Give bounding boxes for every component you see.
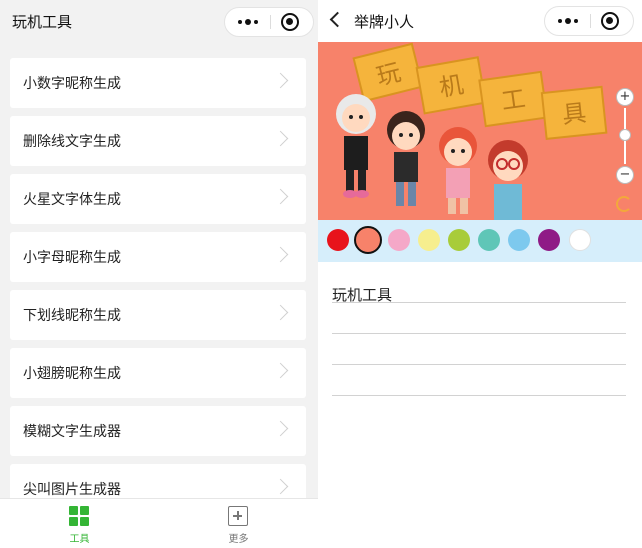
chevron-right-icon <box>272 304 289 321</box>
zoom-slider-handle[interactable] <box>619 129 631 141</box>
plus-square-icon <box>228 506 248 526</box>
color-swatch-white[interactable] <box>569 229 591 251</box>
grid-icon <box>69 506 89 526</box>
tab-tools[interactable]: 工具 <box>0 499 159 548</box>
list-item-label: 火星文字体生成 <box>23 192 121 208</box>
list-item-label: 删除线文字生成 <box>23 134 121 150</box>
sign-char: 机 <box>437 70 465 102</box>
input-line <box>332 364 626 365</box>
list-item[interactable]: 火星文字体生成 <box>10 174 306 224</box>
sign-text-input[interactable]: 玩机工具 <box>332 270 626 400</box>
list-item-label: 尖叫图片生成器 <box>23 482 121 498</box>
chevron-right-icon <box>272 72 289 89</box>
list-item[interactable]: 小数字昵称生成 <box>10 58 306 108</box>
list-item-label: 小字母昵称生成 <box>23 250 121 266</box>
tools-list-screen: 玩机工具 小数字昵称生成 删除线文字生成 火星文字体生成 小字母昵称生成 下划线… <box>0 0 318 548</box>
zoom-in-button[interactable]: + <box>616 88 634 106</box>
zoom-control: + − <box>616 88 634 184</box>
color-swatch-coral[interactable] <box>354 226 382 254</box>
chevron-right-icon <box>272 362 289 379</box>
more-icon[interactable] <box>545 7 590 35</box>
list-item-label: 模糊文字生成器 <box>23 424 121 440</box>
zoom-out-button[interactable]: − <box>616 166 634 184</box>
sign-char: 具 <box>561 99 588 129</box>
close-target-icon[interactable] <box>601 12 619 30</box>
color-swatch-red[interactable] <box>327 229 349 251</box>
chevron-right-icon <box>272 130 289 147</box>
input-line <box>332 302 626 303</box>
miniprogram-capsule <box>224 7 314 37</box>
chevron-right-icon <box>272 478 289 495</box>
color-swatch-green[interactable] <box>448 229 470 251</box>
list-item-label: 下划线昵称生成 <box>23 308 121 324</box>
list-item[interactable]: 小翅膀昵称生成 <box>10 348 306 398</box>
list-item[interactable]: 模糊文字生成器 <box>10 406 306 456</box>
nav-bar: 玩机工具 <box>0 0 318 44</box>
input-line <box>332 333 626 334</box>
capsule-divider <box>270 15 271 29</box>
color-swatch-pink[interactable] <box>388 229 410 251</box>
color-swatch-sky[interactable] <box>508 229 530 251</box>
list-item[interactable]: 小字母昵称生成 <box>10 232 306 282</box>
capsule-divider <box>590 14 591 28</box>
input-line <box>332 395 626 396</box>
sign-person-screen: 举牌小人 玩 机 工 具 + − 玩机工具 <box>318 0 642 548</box>
chevron-right-icon <box>272 188 289 205</box>
color-swatch-purple[interactable] <box>538 229 560 251</box>
list-item-label: 小翅膀昵称生成 <box>23 366 121 382</box>
sign-char: 工 <box>500 84 528 115</box>
list-item[interactable]: 删除线文字生成 <box>10 116 306 166</box>
miniprogram-capsule <box>544 6 634 36</box>
more-icon[interactable] <box>225 8 270 36</box>
nav-bar: 举牌小人 <box>318 0 642 42</box>
tab-tools-label: 工具 <box>69 534 90 545</box>
page-title: 举牌小人 <box>354 13 415 31</box>
chevron-right-icon <box>272 420 289 437</box>
color-palette <box>318 220 642 262</box>
close-target-icon[interactable] <box>281 13 299 31</box>
chevron-right-icon <box>272 246 289 263</box>
tab-more-label: 更多 <box>228 534 249 545</box>
refresh-icon[interactable] <box>616 196 632 212</box>
back-arrow-icon[interactable] <box>329 11 346 28</box>
color-swatch-yellow[interactable] <box>418 229 440 251</box>
page-title: 玩机工具 <box>12 13 73 31</box>
cartoon-sign-holders-image: 玩 机 工 具 <box>318 42 642 220</box>
list-item-label: 小数字昵称生成 <box>23 76 121 92</box>
tab-bar: 工具 更多 <box>0 498 318 548</box>
tab-more[interactable]: 更多 <box>159 499 318 548</box>
color-swatch-teal[interactable] <box>478 229 500 251</box>
list-item[interactable]: 下划线昵称生成 <box>10 290 306 340</box>
sign-illustration: 玩 机 工 具 + − <box>318 42 642 220</box>
